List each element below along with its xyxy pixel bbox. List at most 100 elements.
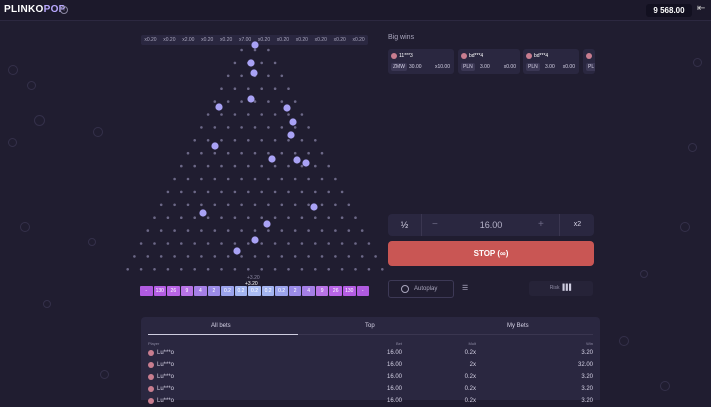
peg — [240, 48, 243, 52]
ball — [199, 209, 207, 217]
peg — [381, 268, 384, 271]
ball — [268, 155, 276, 163]
peg — [287, 113, 290, 116]
peg — [334, 255, 337, 258]
peg — [293, 151, 297, 155]
peg — [360, 255, 364, 258]
peg — [180, 164, 183, 168]
peg — [340, 216, 344, 219]
peg — [240, 126, 243, 129]
big-wins-title: Big wins — [388, 34, 415, 41]
ball — [211, 142, 219, 150]
ball — [215, 103, 223, 111]
peg — [314, 216, 317, 219]
multiplier-value: 0.2x — [464, 386, 476, 392]
peg — [220, 87, 223, 90]
peg — [280, 203, 284, 207]
peg — [233, 268, 237, 271]
tab-top[interactable]: Top — [365, 323, 375, 329]
big-win-card: bd***4 PLN 3.00 x0.00 — [458, 49, 520, 74]
peg — [253, 177, 257, 181]
risk-label: Risk — [549, 285, 560, 291]
peg — [159, 229, 163, 232]
peg — [247, 164, 250, 168]
stop-button[interactable]: STOP (∞) — [388, 241, 594, 266]
peg — [273, 87, 277, 90]
peg — [280, 74, 284, 78]
table-row: Lu***o 16.00 0.2x 3.20 — [141, 348, 600, 359]
peg — [206, 139, 210, 142]
peg — [354, 242, 357, 245]
peg — [307, 177, 310, 181]
tab-all-bets[interactable]: All bets — [211, 323, 231, 329]
column-header-bet: Bet — [395, 341, 402, 346]
table-row: Lu***o 16.00 0.2x 3.20 — [141, 384, 600, 395]
peg — [307, 151, 310, 155]
peg — [213, 229, 217, 232]
peg — [327, 216, 331, 219]
peg — [273, 113, 277, 116]
peg — [186, 151, 190, 155]
autoplay-button[interactable]: Autoplay — [388, 280, 454, 298]
flag-icon — [461, 53, 467, 59]
multiplier-slot: 26 — [167, 286, 180, 296]
column-header-player: Player — [148, 341, 160, 346]
big-win-card: PL — [583, 49, 595, 74]
peg — [240, 151, 243, 155]
peg — [200, 229, 203, 232]
peg — [146, 255, 150, 258]
big-win-card: 11***3 ZMW 30.00 x10.00 — [388, 49, 454, 74]
peg — [300, 164, 304, 168]
table-row: Lu***o 16.00 2x 32.00 — [141, 360, 600, 371]
peg — [166, 190, 170, 194]
peg — [226, 203, 230, 207]
peg — [287, 139, 290, 142]
multiplier-slot: 4 — [302, 286, 315, 296]
bet-amount-input[interactable]: 16.00 — [448, 214, 534, 236]
peg — [273, 139, 277, 142]
ball — [247, 59, 255, 67]
peg — [159, 203, 163, 207]
peg — [180, 216, 183, 219]
ball — [250, 69, 258, 77]
peg — [206, 268, 210, 271]
table-row: Lu***o 16.00 0.2x 3.20 — [141, 396, 600, 407]
bets-panel: All bets Top My Bets Player Bet Mult Win… — [141, 317, 600, 404]
peg — [173, 177, 176, 181]
increase-bet-button[interactable]: + — [538, 214, 544, 236]
player-name: Lu***o — [157, 398, 175, 404]
peg — [300, 190, 304, 194]
peg — [153, 242, 156, 245]
peg — [320, 203, 324, 207]
peg — [206, 242, 210, 245]
peg — [293, 177, 297, 181]
peg — [220, 190, 223, 194]
autoplay-label: Autoplay — [414, 286, 438, 292]
peg — [367, 268, 371, 271]
ball — [251, 41, 259, 49]
peg — [213, 151, 217, 155]
sliders-icon[interactable]: ☰ — [462, 284, 468, 292]
peg — [320, 177, 324, 181]
peg — [193, 190, 196, 194]
peg — [340, 268, 344, 271]
peg — [166, 242, 170, 245]
peg — [287, 216, 290, 219]
decrease-bet-button[interactable]: − — [432, 214, 438, 236]
peg — [247, 190, 250, 194]
peg — [133, 255, 136, 258]
half-bet-button[interactable]: ½ — [388, 214, 422, 236]
peg — [200, 126, 203, 129]
peg — [226, 151, 230, 155]
avatar — [148, 386, 154, 392]
bet-amount: 16.00 — [386, 386, 402, 392]
peg — [153, 268, 156, 271]
big-win-currency: PLN — [461, 63, 475, 71]
tab-my-bets[interactable]: My Bets — [507, 323, 529, 329]
flag-icon — [586, 53, 592, 59]
risk-selector[interactable]: Risk ▌▌▌ — [529, 281, 593, 296]
double-bet-button[interactable]: x2 — [559, 214, 595, 236]
peg — [166, 268, 170, 271]
peg — [354, 268, 357, 271]
multiplier-slot: 26 — [329, 286, 342, 296]
